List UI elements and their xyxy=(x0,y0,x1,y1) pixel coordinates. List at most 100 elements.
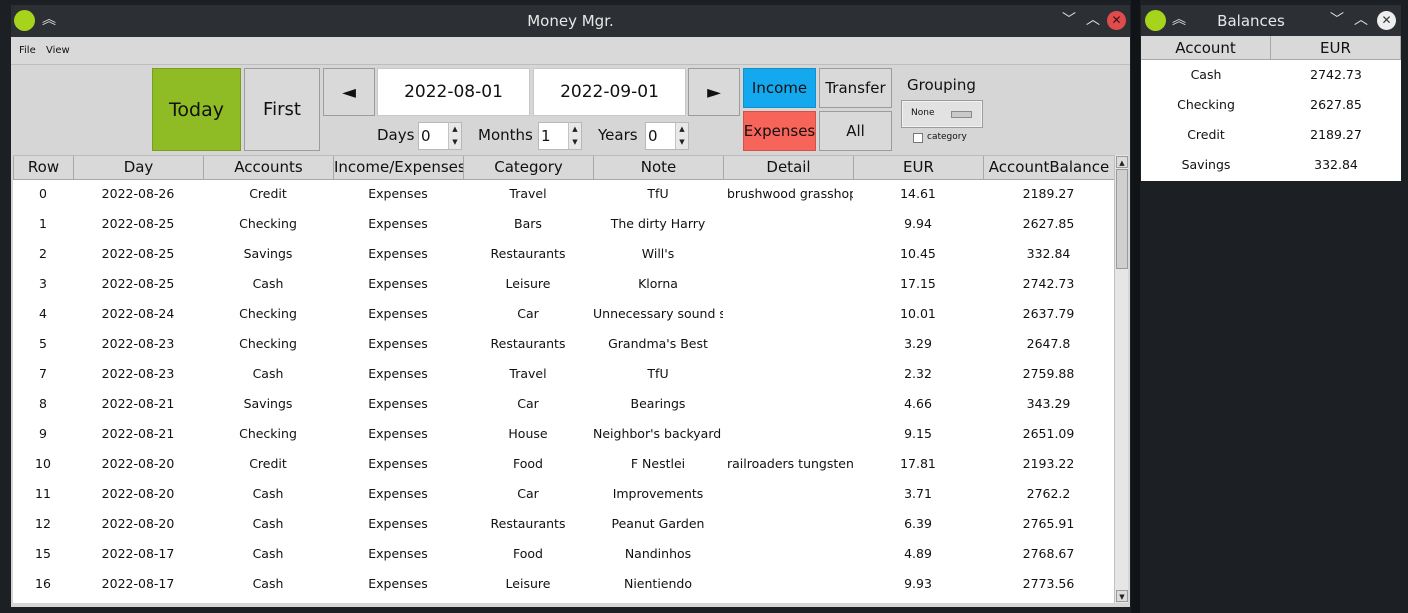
column-header-account-balance[interactable]: AccountBalance xyxy=(983,156,1114,180)
cell-day: 2022-08-20 xyxy=(101,516,175,531)
table-row[interactable]: 3 2022-08-25 Cash Expenses Leisure Klorna 17.1… xyxy=(13,269,1114,299)
maximize-chevron-up-icon[interactable]: ︿ xyxy=(1351,10,1371,30)
balances-col-eur[interactable]: EUR xyxy=(1271,36,1401,60)
table-row[interactable]: 11 2022-08-20 Cash Expenses Car Improvements 3… xyxy=(13,479,1114,509)
close-icon[interactable]: ✕ xyxy=(1377,11,1396,30)
date-from-field[interactable]: 2022-08-01 xyxy=(377,68,530,116)
days-stepper-icon[interactable]: ▲ ▼ xyxy=(448,123,461,149)
column-header-note[interactable]: Note xyxy=(593,156,723,180)
months-stepper-icon[interactable]: ▲ ▼ xyxy=(568,123,581,149)
maximize-chevron-up-icon[interactable]: ︿ xyxy=(1083,10,1103,30)
cell-row: 1 xyxy=(39,216,47,231)
cell-note: F Nestlei xyxy=(630,456,686,471)
cell-row: 0 xyxy=(39,186,47,201)
table-header: Row Day Accounts Income/Expenses Category Not… xyxy=(13,155,1114,180)
column-header-day[interactable]: Day xyxy=(73,156,203,180)
cell-eur: 9.94 xyxy=(904,216,932,231)
cell-account-balance: 343.29 xyxy=(1026,396,1071,411)
cell-accounts: Cash xyxy=(252,366,284,381)
first-button[interactable]: First xyxy=(244,68,320,151)
cell-category: Bars xyxy=(514,216,542,231)
cell-account-balance: 2193.22 xyxy=(1022,456,1075,471)
date-to-field[interactable]: 2022-09-01 xyxy=(533,68,686,116)
balance-row[interactable]: Credit 2189.27 xyxy=(1141,120,1401,150)
option-menu-indicator-icon xyxy=(951,111,972,118)
table-row[interactable]: 5 2022-08-23 Checking Expenses Restaurants Gr… xyxy=(13,329,1114,359)
cell-income-expenses: Expenses xyxy=(368,366,428,381)
column-header-income-expenses[interactable]: Income/Expenses xyxy=(333,156,466,180)
menubar: File View xyxy=(11,37,1130,65)
cell-account-balance: 2651.09 xyxy=(1022,426,1075,441)
balance-row[interactable]: Savings 332.84 xyxy=(1141,150,1401,180)
income-button[interactable]: Income xyxy=(743,68,816,108)
cell-accounts: Savings xyxy=(243,396,293,411)
table-row[interactable]: 16 2022-08-17 Cash Expenses Leisure Nientiend… xyxy=(13,569,1114,599)
cell-row: 8 xyxy=(39,396,47,411)
column-header-category[interactable]: Category xyxy=(463,156,593,180)
close-icon[interactable]: ✕ xyxy=(1107,11,1126,30)
transfer-button[interactable]: Transfer xyxy=(819,68,892,108)
all-button[interactable]: All xyxy=(819,111,892,151)
table-row[interactable]: 8 2022-08-21 Savings Expenses Car Bearings 4.6… xyxy=(13,389,1114,419)
menu-file[interactable]: File xyxy=(19,45,36,56)
minimize-chevron-down-icon[interactable]: ﹀ xyxy=(1059,10,1079,30)
window-menu-icon[interactable] xyxy=(1145,10,1166,31)
months-label: Months xyxy=(478,126,533,144)
months-spinbox[interactable]: 1 ▲ ▼ xyxy=(538,122,582,150)
cell-account-balance: 2742.73 xyxy=(1022,276,1075,291)
menu-view[interactable]: View xyxy=(46,45,70,56)
cell-note: Unnecessary sound s xyxy=(593,306,723,321)
cell-day: 2022-08-25 xyxy=(101,246,175,261)
balances-titlebar[interactable]: ︽ Balances ﹀ ︿ ✕ xyxy=(1141,5,1401,36)
table-row[interactable]: 7 2022-08-23 Cash Expenses Travel TfU 2.32 2759… xyxy=(13,359,1114,389)
cell-detail xyxy=(723,509,853,539)
balance-account: Cash xyxy=(1190,67,1222,82)
scroll-thumb[interactable] xyxy=(1116,169,1128,269)
cell-accounts: Cash xyxy=(252,576,284,591)
today-button[interactable]: Today xyxy=(152,68,241,151)
cell-income-expenses: Expenses xyxy=(368,426,428,441)
cell-note: Peanut Garden xyxy=(611,516,705,531)
years-stepper-icon[interactable]: ▲ ▼ xyxy=(675,123,688,149)
table-row[interactable]: 2 2022-08-25 Savings Expenses Restaurants Wil… xyxy=(13,239,1114,269)
table-row[interactable]: 15 2022-08-17 Cash Expenses Food Nandinhos 4.8… xyxy=(13,539,1114,569)
balances-col-account[interactable]: Account xyxy=(1141,36,1271,60)
main-titlebar[interactable]: ︽ Money Mgr. ﹀ ︿ ✕ xyxy=(11,5,1130,37)
column-header-detail[interactable]: Detail xyxy=(723,156,853,180)
cell-account-balance: 2762.2 xyxy=(1026,486,1071,501)
next-period-button[interactable]: ► xyxy=(688,68,740,116)
category-checkbox[interactable] xyxy=(913,133,923,143)
transactions-table: Row Day Accounts Income/Expenses Category Not… xyxy=(13,155,1114,603)
column-header-eur[interactable]: EUR xyxy=(853,156,983,180)
balance-row[interactable]: Cash 2742.73 xyxy=(1141,60,1401,90)
cell-accounts: Checking xyxy=(239,336,297,351)
days-spinbox[interactable]: 0 ▲ ▼ xyxy=(418,122,462,150)
cell-account-balance: 2627.85 xyxy=(1022,216,1075,231)
cell-note: Improvements xyxy=(612,486,704,501)
scroll-up-icon[interactable]: ▲ xyxy=(1116,156,1128,168)
cell-category: Food xyxy=(513,546,543,561)
grouping-label: Grouping xyxy=(907,76,976,94)
grouping-select[interactable]: None xyxy=(901,100,983,128)
table-row[interactable]: 4 2022-08-24 Checking Expenses Car Unnecessar… xyxy=(13,299,1114,329)
cell-row: 12 xyxy=(35,516,51,531)
months-value: 1 xyxy=(541,127,551,145)
column-header-row[interactable]: Row xyxy=(13,156,73,180)
table-row[interactable]: 12 2022-08-20 Cash Expenses Restaurants Peanu… xyxy=(13,509,1114,539)
previous-period-button[interactable]: ◄ xyxy=(323,68,375,116)
cell-row: 2 xyxy=(39,246,47,261)
cell-accounts: Checking xyxy=(239,306,297,321)
expenses-button[interactable]: Expenses xyxy=(743,111,816,151)
table-row[interactable]: 0 2022-08-26 Credit Expenses Travel TfU brushw… xyxy=(13,179,1114,209)
column-header-accounts[interactable]: Accounts xyxy=(203,156,333,180)
table-row[interactable]: 1 2022-08-25 Checking Expenses Bars The dirty… xyxy=(13,209,1114,239)
cell-income-expenses: Expenses xyxy=(368,486,428,501)
minimize-chevron-down-icon[interactable]: ﹀ xyxy=(1327,10,1347,30)
table-scrollbar[interactable]: ▲ ▼ xyxy=(1114,155,1128,603)
table-row[interactable]: 10 2022-08-20 Credit Expenses Food F Nestlei r… xyxy=(13,449,1114,479)
balance-row[interactable]: Checking 2627.85 xyxy=(1141,90,1401,120)
table-row[interactable]: 9 2022-08-21 Checking Expenses House Neighbor… xyxy=(13,419,1114,449)
years-spinbox[interactable]: 0 ▲ ▼ xyxy=(645,122,689,150)
scroll-down-icon[interactable]: ▼ xyxy=(1116,590,1128,602)
cell-day: 2022-08-17 xyxy=(101,576,175,591)
